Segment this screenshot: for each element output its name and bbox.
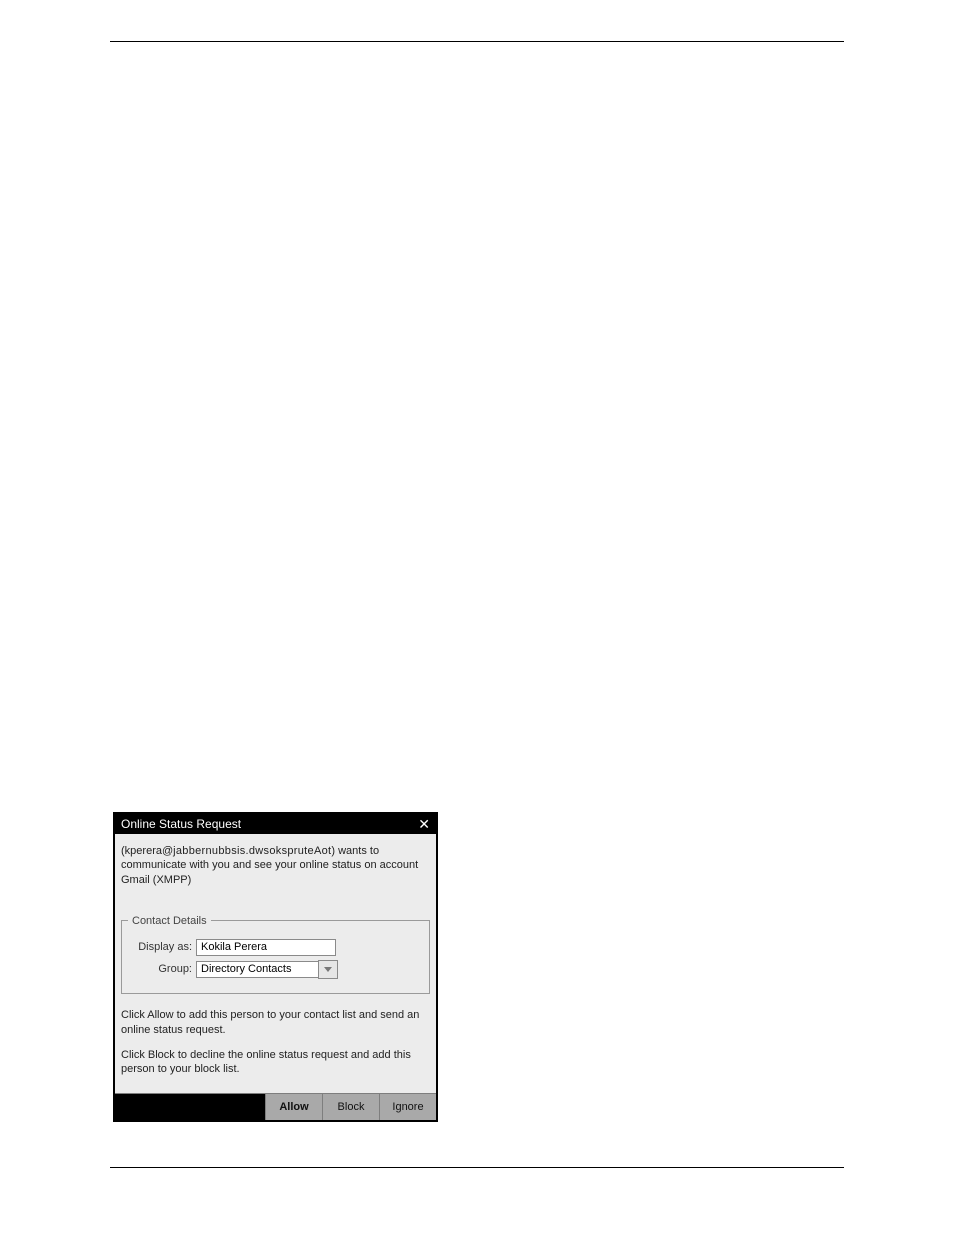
display-as-input[interactable] — [196, 939, 336, 956]
allow-hint: Click Allow to add this person to your c… — [121, 1008, 430, 1038]
dialog-button-bar: Allow Block Ignore — [115, 1093, 436, 1120]
group-select-value[interactable] — [196, 961, 318, 978]
display-as-row: Display as: — [128, 939, 423, 956]
document-page: Online Status Request ✕ (kperera@jabbern… — [0, 0, 954, 1235]
requester-id: kperera@jabbernubbsis.dwsokspruteAot — [125, 845, 332, 857]
close-icon[interactable]: ✕ — [416, 817, 432, 831]
request-message: (kperera@jabbernubbsis.dwsokspruteAot) w… — [121, 844, 430, 887]
block-button[interactable]: Block — [322, 1094, 379, 1120]
group-select[interactable] — [196, 960, 338, 979]
dialog-titlebar: Online Status Request ✕ — [115, 814, 436, 834]
contact-details-group: Contact Details Display as: Group: — [121, 915, 430, 994]
dialog-title: Online Status Request — [121, 817, 241, 831]
ignore-button[interactable]: Ignore — [379, 1094, 436, 1120]
horizontal-rule-bottom — [110, 1167, 844, 1168]
dialog-body: (kperera@jabbernubbsis.dwsokspruteAot) w… — [115, 834, 436, 1093]
button-bar-spacer — [115, 1094, 265, 1120]
group-label: Group: — [128, 963, 192, 975]
block-hint: Click Block to decline the online status… — [121, 1048, 430, 1078]
horizontal-rule-top — [110, 41, 844, 42]
group-row: Group: — [128, 960, 423, 979]
online-status-request-dialog: Online Status Request ✕ (kperera@jabbern… — [113, 812, 438, 1122]
allow-button[interactable]: Allow — [265, 1094, 322, 1120]
display-as-label: Display as: — [128, 941, 192, 953]
contact-details-legend: Contact Details — [128, 915, 211, 927]
chevron-down-icon[interactable] — [318, 960, 338, 979]
